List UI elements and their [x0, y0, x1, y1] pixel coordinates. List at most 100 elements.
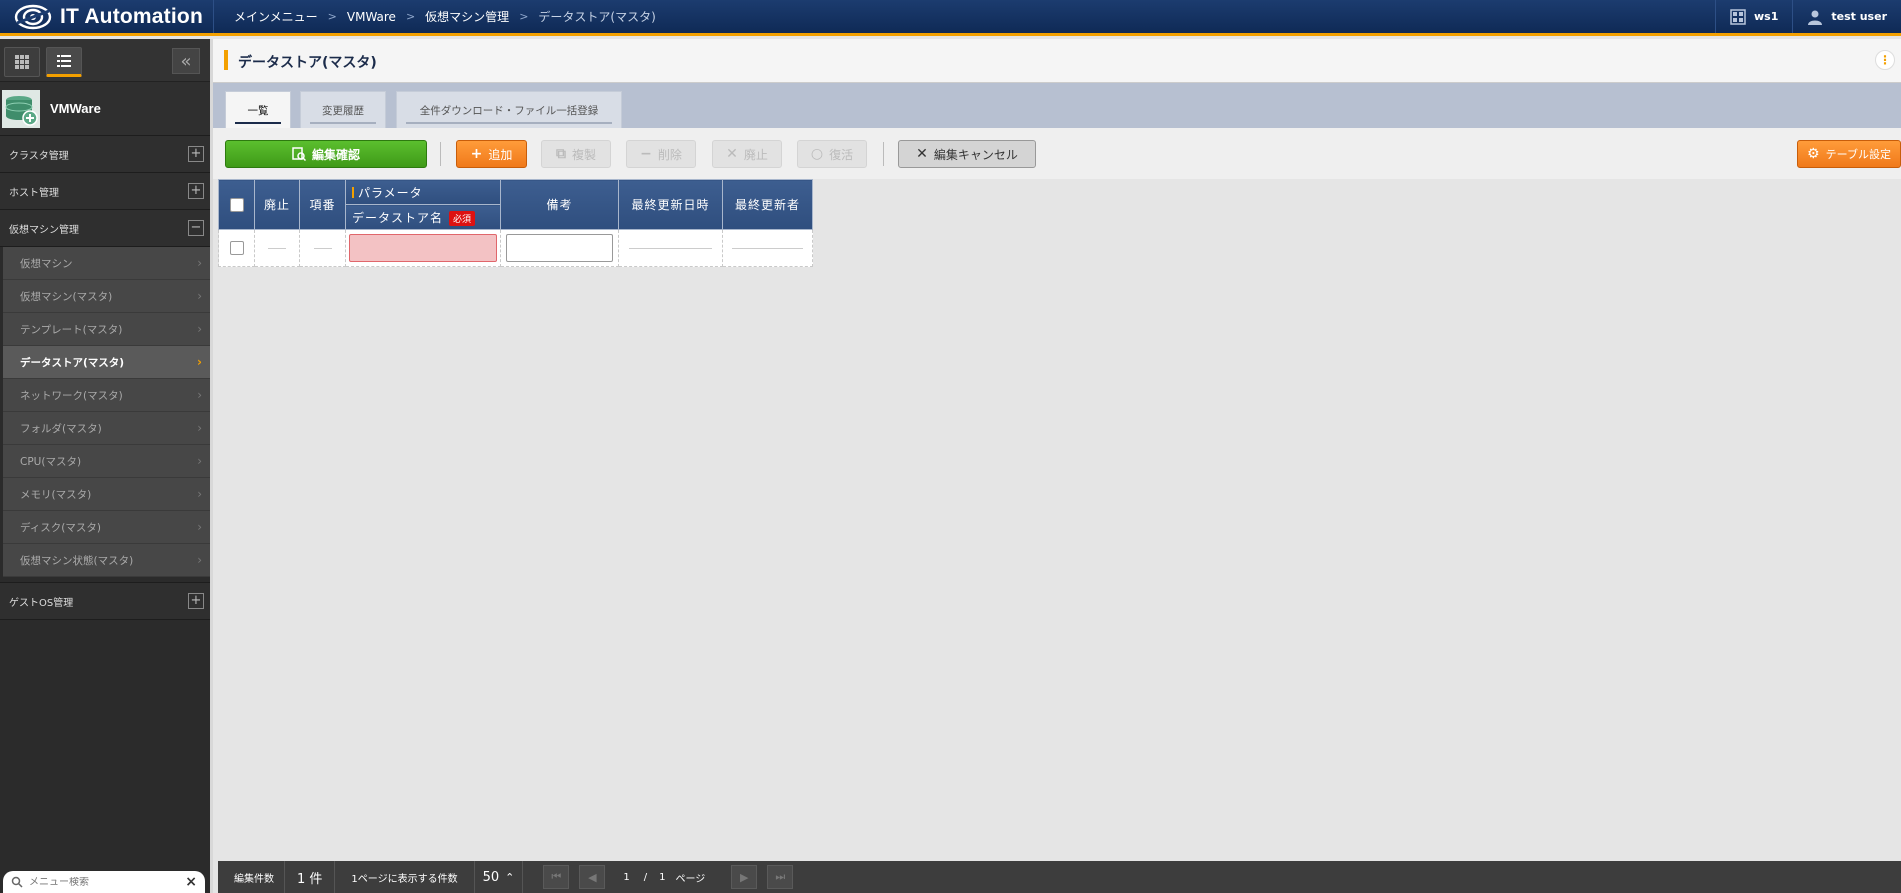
col-updated-by[interactable]: 最終更新者	[722, 179, 813, 230]
sidebar-group-label: 仮想マシン管理	[9, 224, 79, 236]
chevron-right-icon: ›	[197, 289, 202, 303]
per-page-label: 1ページに表示する件数	[335, 861, 475, 893]
per-page-select[interactable]: 50 ⌃	[475, 861, 524, 893]
select-all-checkbox[interactable]	[229, 197, 244, 212]
sidebar-item-network-master[interactable]: ネットワーク(マスタ) ›	[3, 379, 210, 412]
required-badge: 必須	[449, 210, 476, 226]
pagination: ⏮ ◀ 1 / 1 ページ ▶ ⏭	[523, 861, 797, 893]
col-remarks[interactable]: 備考	[500, 179, 619, 230]
workspace-label: ws1	[1754, 10, 1779, 23]
sidebar-item-label: テンプレート(マスタ)	[20, 323, 123, 336]
sidebar-item-folder-master[interactable]: フォルダ(マスタ) ›	[3, 412, 210, 445]
sidebar-group-vm[interactable]: 仮想マシン管理 −	[0, 210, 210, 247]
sidebar-item-vm-state-master[interactable]: 仮想マシン状態(マスタ) ›	[3, 544, 210, 577]
delete-button[interactable]: − 削除	[626, 140, 696, 168]
button-label: 複製	[571, 147, 596, 162]
button-label: 追加	[488, 147, 513, 162]
sidebar-item-memory-master[interactable]: メモリ(マスタ) ›	[3, 478, 210, 511]
sidebar-group-cluster[interactable]: クラスタ管理 +	[0, 136, 210, 173]
collapse-sidebar-button[interactable]: «	[172, 48, 200, 74]
breadcrumb-vmware[interactable]: VMWare	[347, 10, 396, 24]
copy-button[interactable]: ⧉ 複製	[541, 140, 611, 168]
breadcrumb-vm-management[interactable]: 仮想マシン管理	[425, 8, 509, 25]
tab-label: 一覧	[247, 104, 269, 117]
page-sep: /	[643, 871, 648, 883]
sidebar-item-label: フォルダ(マスタ)	[20, 422, 102, 435]
row-select-cell	[218, 229, 255, 267]
sidebar-item-disk-master[interactable]: ディスク(マスタ) ›	[3, 511, 210, 544]
updated-at-cell	[618, 229, 723, 267]
breadcrumb-main-menu[interactable]: メインメニュー	[234, 8, 318, 25]
add-button[interactable]: + 追加	[456, 140, 527, 168]
datastore-name-input[interactable]	[349, 234, 497, 262]
data-table: 廃止 項番 パラメータ 備考 最終更新日時 最終更新者 データストア名 必須	[218, 179, 813, 267]
prev-page-button[interactable]: ◀	[579, 865, 606, 889]
action-toolbar: 編集確認 + 追加 ⧉ 複製 − 削除 ✕ 廃止 ○ 復活 ✕ 編集キャンセル …	[213, 128, 1901, 179]
app-logo[interactable]: IT Automation	[14, 3, 203, 31]
col-no[interactable]: 項番	[299, 179, 346, 230]
confirm-edit-button[interactable]: 編集確認	[225, 140, 427, 168]
col-discard[interactable]: 廃止	[254, 179, 300, 230]
copy-icon: ⧉	[555, 146, 566, 162]
user-icon	[1808, 10, 1823, 25]
minus-icon: −	[640, 146, 652, 162]
sidebar-item-label: ディスク(マスタ)	[20, 521, 101, 534]
chevron-right-icon: >	[405, 10, 416, 23]
button-label: 編集キャンセル	[933, 147, 1018, 162]
sidebar-group-guest-os[interactable]: ゲストOS管理 +	[0, 583, 210, 620]
edit-count-value: 1 件	[285, 861, 336, 893]
sidebar-item-label: データストア(マスタ)	[20, 356, 125, 369]
page-title: データストア(マスタ)	[238, 55, 377, 71]
col-group-label: パラメータ	[358, 185, 423, 200]
plus-icon: +	[470, 146, 483, 162]
list-view-button[interactable]	[46, 47, 82, 77]
user-button[interactable]: test user	[1792, 0, 1901, 33]
cancel-edit-button[interactable]: ✕ 編集キャンセル	[898, 140, 1036, 168]
clear-search-icon[interactable]: ×	[185, 874, 197, 890]
close-icon: ✕	[916, 146, 928, 162]
button-label: 削除	[657, 147, 682, 162]
page-current: 1	[623, 871, 630, 883]
more-options-icon[interactable]: ⋮	[1875, 50, 1895, 70]
page-unit: ページ	[675, 873, 706, 885]
grid-view-button[interactable]	[4, 47, 40, 77]
sidebar-item-vm-master[interactable]: 仮想マシン(マスタ) ›	[3, 280, 210, 313]
sidebar-group-host[interactable]: ホスト管理 +	[0, 173, 210, 210]
group-accent	[352, 186, 354, 198]
row-checkbox[interactable]	[229, 241, 244, 256]
tab-history[interactable]: 変更履歴	[300, 91, 386, 128]
tab-bulk-download[interactable]: 全件ダウンロード・ファイル一括登録	[396, 91, 622, 128]
sidebar-item-template-master[interactable]: テンプレート(マスタ) ›	[3, 313, 210, 346]
sidebar-item-cpu-master[interactable]: CPU(マスタ) ›	[3, 445, 210, 478]
workspace-icon	[1730, 8, 1746, 25]
sidebar-app-header: VMWare	[0, 82, 210, 136]
sidebar-item-vm[interactable]: 仮想マシン ›	[3, 247, 210, 280]
restore-button[interactable]: ○ 復活	[797, 140, 867, 168]
vmware-app-icon	[2, 89, 40, 128]
tab-list[interactable]: 一覧	[225, 91, 291, 128]
sidebar-item-label: 仮想マシン状態(マスタ)	[20, 554, 134, 567]
remarks-input[interactable]	[506, 234, 613, 262]
next-page-button[interactable]: ▶	[731, 865, 758, 889]
col-datastore-name[interactable]: データストア名 必須	[345, 204, 501, 230]
table-settings-button[interactable]: ⚙ テーブル設定	[1797, 140, 1901, 168]
double-chevron-left-icon: «	[180, 50, 192, 72]
chevron-right-icon: ›	[197, 322, 202, 336]
chevron-right-icon: ›	[197, 388, 202, 402]
breadcrumb-current: データストア(マスタ)	[538, 10, 656, 24]
menu-search-input[interactable]	[29, 876, 180, 888]
tab-label: 全件ダウンロード・ファイル一括登録	[419, 104, 599, 117]
col-datastore-label: データストア名	[352, 210, 444, 225]
first-page-button[interactable]: ⏮	[543, 865, 570, 889]
col-group-parameter: パラメータ	[345, 179, 501, 205]
close-icon: ✕	[726, 146, 738, 162]
discard-button[interactable]: ✕ 廃止	[712, 140, 782, 168]
select-all-header	[218, 179, 255, 230]
table-footer: 編集件数 1 件 1ページに表示する件数 50 ⌃ ⏮ ◀ 1 / 1 ページ …	[218, 861, 1901, 893]
sidebar-item-datastore-master[interactable]: データストア(マスタ) ›	[3, 346, 210, 379]
workspace-button[interactable]: ws1	[1715, 0, 1792, 33]
col-updated-at[interactable]: 最終更新日時	[618, 179, 723, 230]
last-page-button[interactable]: ⏭	[767, 865, 794, 889]
chevron-right-icon: ›	[197, 421, 202, 435]
remarks-cell	[500, 229, 619, 267]
